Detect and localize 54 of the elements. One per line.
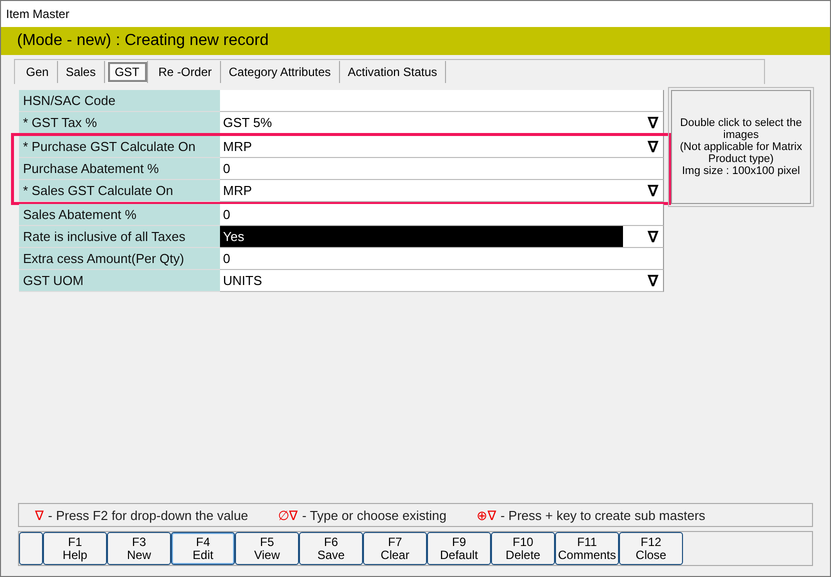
input-field[interactable]: [220, 90, 664, 112]
field-label: Rate is inclusive of all Taxes: [19, 226, 220, 248]
field-value: MRP: [222, 182, 253, 200]
image-hint: Double click to select the images: [679, 117, 803, 141]
tab[interactable]: Sales: [58, 61, 105, 83]
dropdown-arrow-icon[interactable]: ∇: [648, 182, 658, 200]
function-key-button[interactable]: F4 Edit: [171, 532, 235, 565]
function-key-button[interactable]: [19, 532, 43, 565]
function-key-button[interactable]: F10 Delete: [491, 532, 555, 565]
tab[interactable]: GST: [106, 61, 148, 83]
field-label: Purchase Abatement %: [19, 158, 220, 180]
function-key-button[interactable]: F7 Clear: [363, 532, 427, 565]
input-field[interactable]: 0: [220, 204, 664, 226]
dropdown-field[interactable]: UNITS ∇: [220, 270, 664, 292]
input-field[interactable]: 0: [220, 158, 664, 180]
tab[interactable]: Activation Status: [340, 61, 446, 83]
field-label: Extra cess Amount(Per Qty): [19, 248, 220, 270]
dropdown-field[interactable]: MRP ∇: [220, 180, 664, 202]
image-hint: (Not applicable for Matrix Product type): [678, 141, 804, 165]
field-label: * Purchase GST Calculate On: [19, 136, 220, 158]
function-key-button[interactable]: F3 New: [107, 532, 171, 565]
legend-text: ∅∇ - Type or choose existing: [278, 508, 446, 522]
dropdown-field[interactable]: GST 5% ∇: [220, 112, 664, 134]
image-panel[interactable]: Double click to select the images (Not applicable for Matrix Product type) Img size : 100x100 pixel: [671, 90, 811, 204]
function-key-button[interactable]: F9 Default: [427, 532, 491, 565]
dropdown-arrow-icon[interactable]: ∇: [648, 138, 658, 156]
dropdown-arrow-icon[interactable]: ∇: [648, 272, 658, 290]
tab[interactable]: Gen: [18, 61, 58, 83]
field-label: Sales Abatement %: [19, 204, 220, 226]
input-field[interactable]: 0: [220, 248, 664, 270]
function-key-button[interactable]: F5 View: [235, 532, 299, 565]
dropdown-arrow-icon[interactable]: ∇: [648, 114, 658, 132]
tab[interactable]: Category Attributes: [220, 61, 340, 83]
field-value: GST 5%: [222, 114, 273, 132]
legend-text: ∇ - Press F2 for drop-down the value: [35, 508, 248, 522]
dropdown-field[interactable]: Yes ∇: [220, 226, 664, 248]
field-value: UNITS: [222, 272, 263, 290]
function-key-button[interactable]: F1 Help: [43, 532, 107, 565]
field-value: MRP: [222, 138, 253, 156]
function-key-button[interactable]: F12 Close: [619, 532, 683, 565]
field-label: * GST Tax %: [19, 112, 220, 134]
tab[interactable]: Re -Order: [150, 61, 221, 83]
mode-banner: (Mode - new) : Creating new record: [1, 27, 830, 55]
function-key-button[interactable]: F11 Comments: [555, 532, 619, 565]
window-title: Item Master: [6, 7, 70, 21]
field-value: Yes: [220, 226, 623, 247]
field-label: GST UOM: [19, 270, 220, 292]
field-label: * Sales GST Calculate On: [19, 180, 220, 202]
dropdown-field[interactable]: MRP ∇: [220, 136, 664, 158]
field-label: HSN/SAC Code: [19, 90, 220, 112]
dropdown-arrow-icon[interactable]: ∇: [648, 228, 658, 246]
function-key-button[interactable]: F6 Save: [299, 532, 363, 565]
image-hint: Img size : 100x100 pixel: [682, 165, 800, 177]
legend-text: ⊕∇ - Press + key to create sub masters: [476, 508, 706, 522]
